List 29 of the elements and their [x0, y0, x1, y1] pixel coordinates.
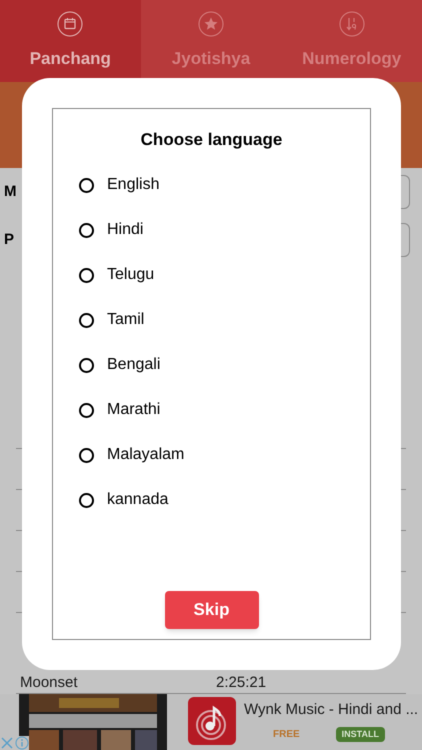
radio-button[interactable]	[79, 402, 94, 418]
skip-button[interactable]: Skip	[164, 591, 258, 629]
dialog-title: Choose language	[140, 129, 282, 151]
radio-button[interactable]	[79, 358, 94, 372]
language-label[interactable]: English	[107, 173, 160, 197]
calendar-icon	[57, 11, 84, 37]
sort-numbers-icon	[338, 11, 365, 37]
language-label[interactable]: Marathi	[107, 398, 160, 422]
row-label: P	[4, 230, 14, 250]
radio-button[interactable]	[79, 178, 94, 192]
language-label[interactable]: Hindi	[107, 218, 144, 242]
language-label[interactable]: Malayalam	[107, 443, 184, 467]
install-button[interactable]: INSTALL	[336, 726, 385, 742]
language-label[interactable]: Tamil	[107, 308, 144, 332]
radio-button[interactable]	[79, 492, 94, 508]
price-label: FREE	[273, 728, 300, 742]
row-label: Moonset	[19, 674, 79, 691]
radio-button[interactable]	[79, 312, 94, 328]
language-label[interactable]: kannada	[107, 488, 168, 512]
row-label: M	[4, 182, 16, 202]
radio-button[interactable]	[79, 448, 94, 462]
tab[interactable]: Panchang	[0, 0, 141, 82]
language-label[interactable]: Telugu	[107, 263, 154, 287]
radio-button[interactable]	[79, 222, 94, 238]
radio-button[interactable]	[79, 268, 94, 282]
row-value: 2:25:21	[216, 674, 266, 691]
music-note-icon	[188, 697, 236, 745]
ad-title[interactable]: Wynk Music - Hindi and ...	[244, 699, 418, 722]
language-label[interactable]: Bengali	[107, 353, 160, 377]
